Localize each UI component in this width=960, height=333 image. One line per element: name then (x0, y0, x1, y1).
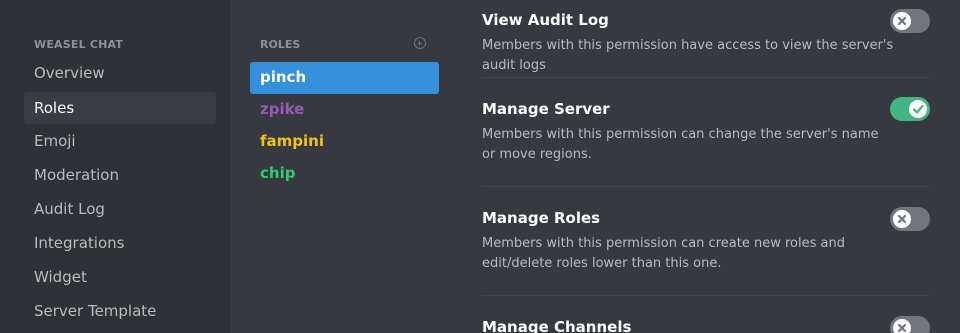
divider (482, 295, 930, 296)
permission-title: Manage Server (482, 100, 610, 118)
view-audit-log-toggle[interactable] (890, 9, 930, 33)
sidebar-item-roles[interactable]: Roles (24, 92, 216, 124)
plus-circle-icon[interactable] (414, 37, 426, 49)
roles-header: ROLES (260, 38, 301, 51)
permission-title: Manage Channels (482, 318, 632, 333)
server-settings-window: WEASEL CHAT Overview Roles Emoji Moderat… (0, 0, 960, 333)
toggle-knob (893, 319, 911, 333)
role-item-pinch[interactable]: pinch (250, 62, 439, 94)
divider (482, 186, 930, 187)
toggle-knob (909, 100, 927, 118)
x-icon (897, 16, 907, 26)
divider (482, 77, 930, 78)
manage-server-toggle[interactable] (890, 97, 930, 121)
permission-view-audit-log: View Audit Log Members with this permiss… (482, 10, 930, 76)
sidebar-server-name: WEASEL CHAT (34, 38, 124, 51)
role-item-chip[interactable]: chip (250, 158, 439, 190)
permission-manage-channels: Manage Channels (482, 317, 930, 333)
manage-channels-toggle[interactable] (890, 316, 930, 333)
sidebar-item-integrations[interactable]: Integrations (24, 227, 216, 259)
sidebar-item-moderation[interactable]: Moderation (24, 159, 216, 191)
permission-manage-roles: Manage Roles Members with this permissio… (482, 208, 930, 274)
sidebar-item-server-template[interactable]: Server Template (24, 295, 216, 327)
permission-title: Manage Roles (482, 209, 601, 227)
role-item-zpike[interactable]: zpike (250, 94, 439, 126)
x-icon (897, 323, 907, 333)
sidebar-item-audit-log[interactable]: Audit Log (24, 193, 216, 225)
role-item-fampini[interactable]: fampini (250, 126, 439, 158)
sidebar-item-overview[interactable]: Overview (24, 57, 216, 89)
toggle-knob (893, 12, 911, 30)
sidebar-item-emoji[interactable]: Emoji (24, 125, 216, 157)
x-icon (897, 214, 907, 224)
checkmark-icon (912, 104, 924, 114)
roles-list-panel: ROLES pinch zpike fampini chip (230, 0, 454, 333)
permission-description: Members with this permission have access… (482, 38, 894, 73)
permission-description: Members with this permission can change … (482, 127, 879, 162)
toggle-knob (893, 210, 911, 228)
manage-roles-toggle[interactable] (890, 207, 930, 231)
permission-description: Members with this permission can create … (482, 236, 845, 271)
sidebar-item-widget[interactable]: Widget (24, 261, 216, 293)
permission-title: View Audit Log (482, 11, 609, 29)
settings-sidebar: WEASEL CHAT Overview Roles Emoji Moderat… (0, 0, 230, 333)
permission-manage-server: Manage Server Members with this permissi… (482, 99, 930, 165)
